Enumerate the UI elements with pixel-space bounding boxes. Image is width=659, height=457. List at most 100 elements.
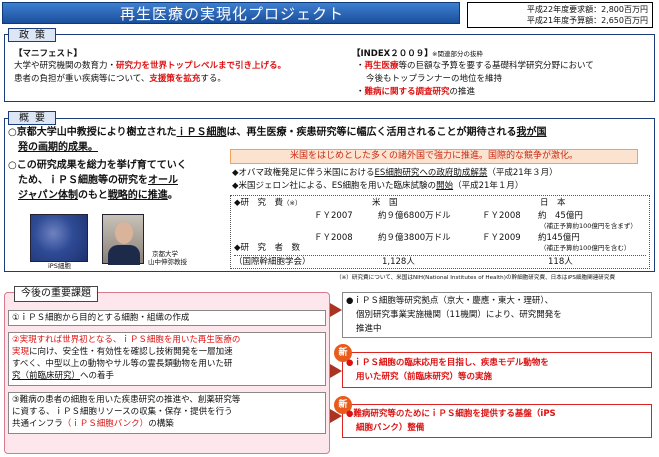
action-1-line3: 推進中 xyxy=(356,324,382,334)
issue-2-l4-b: への着手 xyxy=(80,371,115,381)
policy-label: 政策 xyxy=(8,28,56,42)
issue-3-l3-c: の構築 xyxy=(148,419,174,429)
manifesto-title: 【マニフェスト】 xyxy=(14,49,83,59)
title-bar: 再生医療の実現化プロジェクト xyxy=(2,2,460,24)
issue-3-line1: ③難病の患者の細胞を用いた疾患研究の推進や、創薬研究等 xyxy=(12,395,241,405)
issue-3-l3-b: （ｉＰＳ細胞バンク） xyxy=(62,419,149,429)
us-fy2008-value: 約９億3800万ドル xyxy=(378,233,451,243)
professor-suit xyxy=(108,245,140,265)
index-line2: 今後もトップランナーの地位を維持 xyxy=(366,74,503,84)
competition-banner: 米国をはじめとした多くの諸外国で強力に推進。国際的な競争が激化。 xyxy=(230,149,638,164)
professor-caption-l2: 山中伸弥教授 xyxy=(148,258,187,266)
overview-p1-line1: ○京都大学山中教授により樹立されたｉＰＳ細胞は、再生医療・疾患研究等に幅広く活用… xyxy=(8,126,547,140)
overview-label: 概要 xyxy=(8,111,56,125)
page-title: 再生医療の実現化プロジェクト xyxy=(119,5,344,23)
issue-2-l2-a: 実現 xyxy=(12,347,30,357)
issue-2-line1: ②実現すれば世界初となる、ｉＰＳ細胞を用いた再生医療の xyxy=(12,335,241,345)
us-fy2008-label: ＦＹ2008 xyxy=(314,233,353,243)
issue-2-line3: すべく、中型以上の動物やサル等の霊長類動物を用いた研 xyxy=(12,359,233,369)
action-1-line1: ●ｉＰＳ細胞等研究拠点（京大・慶應・東大・理研）、 xyxy=(346,296,554,306)
overview-p2-line1: ○この研究成果を総力を挙げ育てていく xyxy=(8,160,187,171)
action-1-line2: 個別研究事業実施機関（11機関）により、研究開発を xyxy=(356,310,562,320)
overview-p2-line2: ため、ｉＰＳ細胞等の研究をオール xyxy=(18,174,178,188)
index-title: 【INDEX２００９】 xyxy=(352,49,433,59)
action-3-line1: ●難病研究等のためにｉＰＳ細胞を提供する基盤（iPS xyxy=(346,409,556,419)
budget-box: 平成22年度要求額：2,800百万円 平成21年度予算額：2,650百万円 xyxy=(467,2,653,28)
budget-request: 平成22年度要求額：2,800百万円 xyxy=(526,5,648,14)
jp-fy2009-label: ＦＹ2009 xyxy=(482,233,521,243)
issue-2-line4: 究（前臨床研究）への着手 xyxy=(12,370,114,382)
issue-2-l4-a: 究（前臨床研究） xyxy=(12,371,81,381)
jp-fy2009-note: （補正予算約100億円を含む） xyxy=(540,244,631,252)
us-news-1-a: ◆オバマ政権発足に伴う米国における xyxy=(232,168,375,178)
overview-p1-b: ｉＰＳ細胞 xyxy=(176,127,227,138)
funding-row-label: ◆研 究 費（※） xyxy=(234,197,302,209)
overview-p1-d: 我が国 xyxy=(516,127,547,138)
overview-p1-a: ○京都大学山中教授により樹立された xyxy=(8,127,177,138)
us-researchers: 1,128人 xyxy=(382,257,415,267)
col-jp: 日 本 xyxy=(540,198,566,208)
issue-2-l2-b: に向け、安全性・有効性を確認し技術開発を一層加速 xyxy=(29,347,233,357)
jp-fy2008-label: ＦＹ2008 xyxy=(482,211,521,221)
us-news-2-c: （平成21年１月） xyxy=(453,181,524,191)
index-line3-c: の推進 xyxy=(449,87,476,97)
researchers-label: ◆研 究 者 数 xyxy=(234,243,301,253)
jp-researchers: 118人 xyxy=(548,257,573,267)
arrow-right-icon xyxy=(330,364,342,378)
issue-3-line3: 共通インフラ（ｉＰＳ細胞バンク）の構築 xyxy=(12,418,174,430)
us-news-2-b: 開始 xyxy=(436,181,454,191)
issue-2-line2: 実現に向け、安全性・有効性を確認し技術開発を一層加速 xyxy=(12,346,233,358)
us-fy2007-value: 約９億6800万ドル xyxy=(378,211,451,221)
overview-p2-l3-a: ジャパン体制 xyxy=(18,190,78,201)
overview-p2-l3-c: 戦略的に推進 xyxy=(107,190,168,201)
issue-1: ①ｉＰＳ細胞から目的とする細胞・組織の作成 xyxy=(12,313,190,323)
us-news-2-a: ◆米国ジェロン社による、ES細胞を用いた臨床試験の xyxy=(232,181,437,191)
overview-p2-l3-d: 。 xyxy=(167,190,178,201)
manifesto-line1: 大学や研究機関の数育力・研究力を世界トップレベルまで引き上げる。 xyxy=(14,60,286,72)
col-us: 米 国 xyxy=(372,198,398,208)
jp-fy2008-note: （補正予算約100億円を含まず） xyxy=(540,222,637,230)
manifesto-line2-c: する。 xyxy=(200,74,226,84)
funding-label: ◆研 究 費 xyxy=(234,198,284,208)
index-note: ※関連部分の抜粋 xyxy=(432,50,483,58)
professor-caption-l1: 京都大学 xyxy=(152,250,178,258)
us-news-1-c: （平成21年３月） xyxy=(487,168,558,178)
index-line1-a: ・ xyxy=(356,61,365,71)
manifesto-line2-b: 支援策を拡充 xyxy=(149,74,201,84)
action-2-line1: ●ｉＰＳ細胞の臨床応用を目指し、疾患モデル動物を xyxy=(346,358,549,368)
manifesto-line2-a: 患者の負担が重い疾病等について、 xyxy=(14,74,150,84)
action-3-line2: 細胞バンク）整備 xyxy=(356,423,425,433)
us-news-1-b: ES細胞研究への政府助成解禁 xyxy=(374,168,488,178)
professor-face xyxy=(115,222,133,244)
issue-3-line2: に資する、ｉＰＳ細胞リソースの収集・保存・提供を行う xyxy=(12,407,233,417)
issue-3-l3-a: 共通インフラ xyxy=(12,419,63,429)
index-line1-c: 等の巨額な予算を要する基礎科学研究分野において xyxy=(398,61,594,71)
us-news-1: ◆オバマ政権発足に伴う米国におけるES細胞研究への政府助成解禁（平成21年３月） xyxy=(232,167,558,179)
funding-footnote-mark: （※） xyxy=(283,199,302,207)
footnote: （※）研究費について、米国はNIH(National Institutes of… xyxy=(336,275,616,281)
manifesto-line1-b: 研究力を世界トップレベルまで引き上げる。 xyxy=(116,61,287,71)
index-line3-a: ・ xyxy=(356,87,365,97)
manifesto-line1-a: 大学や研究機関の数育力・ xyxy=(14,61,117,71)
ips-cell-caption: iPS細胞 xyxy=(48,262,71,270)
jp-fy2008-value: 約 45億円 xyxy=(538,211,583,221)
arrow-right-icon xyxy=(330,303,342,317)
action-2-line2: 用いた研究（前臨床研究）等の実施 xyxy=(356,372,493,382)
professor-photo xyxy=(102,214,144,265)
overview-p2-line3: ジャパン体制のもと戦略的に推進。 xyxy=(18,189,178,203)
researchers-sub: （国際幹細胞学会） xyxy=(234,257,311,267)
overview-p1-line2: 発の画期的成果。 xyxy=(18,142,98,153)
index-line1: ・再生医療等の巨額な予算を要する基礎科学研究分野において xyxy=(356,60,594,72)
overview-p2-l2-b: オール xyxy=(148,175,178,186)
jp-fy2009-value: 約145億円 xyxy=(538,233,580,243)
overview-p2-l2-a: ため、ｉＰＳ細胞等の研究を xyxy=(18,175,148,186)
us-news-2: ◆米国ジェロン社による、ES細胞を用いた臨床試験の開始（平成21年１月） xyxy=(232,180,523,192)
overview-p1-c: は、再生医療・疾患研究等に幅広く活用されることが期待される xyxy=(226,127,517,138)
manifesto-line2: 患者の負担が重い疾病等について、支援策を拡充する。 xyxy=(14,73,226,85)
budget-current: 平成21年度予算額：2,650百万円 xyxy=(526,16,648,25)
index-line3: ・難病に関する調査研究の推進 xyxy=(356,86,475,98)
ips-cell-photo xyxy=(30,214,88,262)
issues-label: 今後の重要課題 xyxy=(14,286,98,302)
us-fy2007-label: ＦＹ2007 xyxy=(314,211,353,221)
index-line3-b: 難病に関する調査研究 xyxy=(364,87,450,97)
